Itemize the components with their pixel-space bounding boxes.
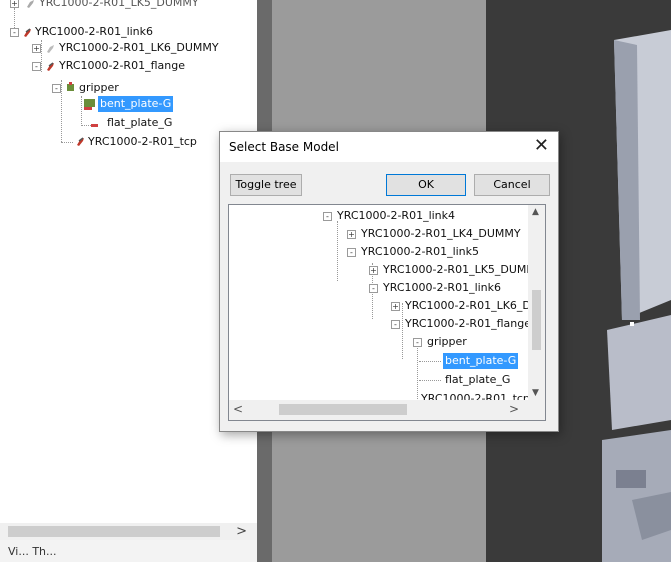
tree-item-label: flat_plate_G [107,116,173,129]
collapse-icon[interactable]: - [32,62,41,71]
gripper-icon [67,82,74,91]
tree-item-label: bent_plate-G [98,96,174,112]
part-icon [84,99,95,110]
expand-icon[interactable]: + [32,44,41,53]
tree-item[interactable]: - YRC1000-2-R01_flange [30,58,257,74]
collapse-icon[interactable]: - [413,338,422,347]
collapse-icon[interactable]: - [347,248,356,257]
horizontal-scrollbar[interactable]: < > [229,400,529,420]
collapse-icon[interactable]: - [10,28,19,37]
collapse-icon[interactable]: - [52,84,61,93]
tree-item[interactable]: - gripper [50,80,257,96]
close-icon[interactable]: ✕ [534,136,549,156]
scrollbar-corner [528,400,545,420]
tree-item[interactable]: - YRC1000-2-R01_link6 [8,24,257,40]
collapse-icon[interactable]: - [391,320,400,329]
tree-item-label: YRC1000-2-R01_LK4_DUMMY [361,227,521,240]
tree-item[interactable]: flat_plate_G [80,115,257,131]
robot-link-icon [24,28,31,37]
toggle-tree-button[interactable]: Toggle tree [230,174,302,196]
tree-line [402,303,403,359]
scroll-up-arrow-icon[interactable]: ▲ [532,207,539,217]
tree-item-label: YRC1000-2-R01_link6 [35,25,154,38]
tree-item-label: gripper [79,81,119,94]
collapse-icon[interactable]: - [323,212,332,221]
scroll-down-arrow-icon[interactable]: ▼ [532,388,539,398]
collapse-icon[interactable]: - [369,284,378,293]
expand-icon[interactable]: + [391,302,400,311]
status-text: Vi... Th... [8,545,57,558]
tree-line [337,221,338,281]
tree-item-label: YRC1000-2-R01_LK6_DUMMY [405,299,545,312]
tree-item-label: YRC1000-2-R01_flange [59,59,185,72]
expand-icon[interactable]: + [10,0,19,8]
dialog-titlebar[interactable]: Select Base Model ✕ [220,132,558,162]
status-bar: Vi... Th... [0,540,257,562]
tree-item[interactable]: + YRC1000-2-R01_LK5_DUMMY [8,0,257,11]
scroll-right-arrow-icon[interactable]: > [236,523,247,540]
select-base-model-dialog: Select Base Model ✕ Toggle tree OK Cance… [219,131,559,432]
tree-item-label: YRC1000-2-R01_link4 [337,209,456,222]
tree-item-label: YRC1000-2-R01_tcp [88,135,197,148]
ok-button[interactable]: OK [386,174,466,196]
robot-link-icon [77,137,84,146]
tree-line [419,380,441,381]
model-tree-view[interactable]: - YRC1000-2-R01_link4 + YRC1000-2-R01_LK… [228,204,546,421]
expand-icon[interactable]: + [347,230,356,239]
scroll-left-arrow-icon[interactable]: < [233,402,243,416]
horizontal-scrollbar[interactable]: > [0,523,257,540]
tree-line [417,345,418,401]
vertical-scrollbar[interactable]: ▲ ▼ [528,205,545,400]
tree-item-label: YRC1000-2-R01_LK5_DUMMY [39,0,199,9]
part-icon [91,124,98,127]
scrollbar-thumb[interactable] [532,290,541,350]
tree-item-label: gripper [427,335,467,348]
scrollbar-thumb[interactable] [279,404,407,415]
tree-item-label: YRC1000-2-R01_flange [405,317,531,330]
tree-item-label: bent_plate-G [443,353,519,369]
tree-item-label: YRC1000-2-R01_link6 [383,281,502,294]
tree-item-selected[interactable]: bent_plate-G [80,96,257,112]
expand-icon[interactable]: + [369,266,378,275]
robot-link-icon [47,62,54,71]
cancel-button[interactable]: Cancel [474,174,550,196]
tree-item-label: YRC1000-2-R01_LK5_DUMMY [383,263,543,276]
dialog-title: Select Base Model [229,140,339,154]
tree-item-label: YRC1000-2-R01_LK6_DUMMY [59,41,219,54]
tree-item-label: YRC1000-2-R01_link5 [361,245,480,258]
tree-line [419,361,441,362]
tree-item-label: flat_plate_G [445,373,511,386]
tree-item[interactable]: + YRC1000-2-R01_LK6_DUMMY [30,40,257,56]
robot-link-icon [27,0,34,8]
scroll-right-arrow-icon[interactable]: > [509,402,519,416]
tree-line [61,142,73,143]
robot-link-icon [47,45,54,53]
gripper-geometry [602,0,671,562]
scrollbar-thumb[interactable] [8,526,220,537]
